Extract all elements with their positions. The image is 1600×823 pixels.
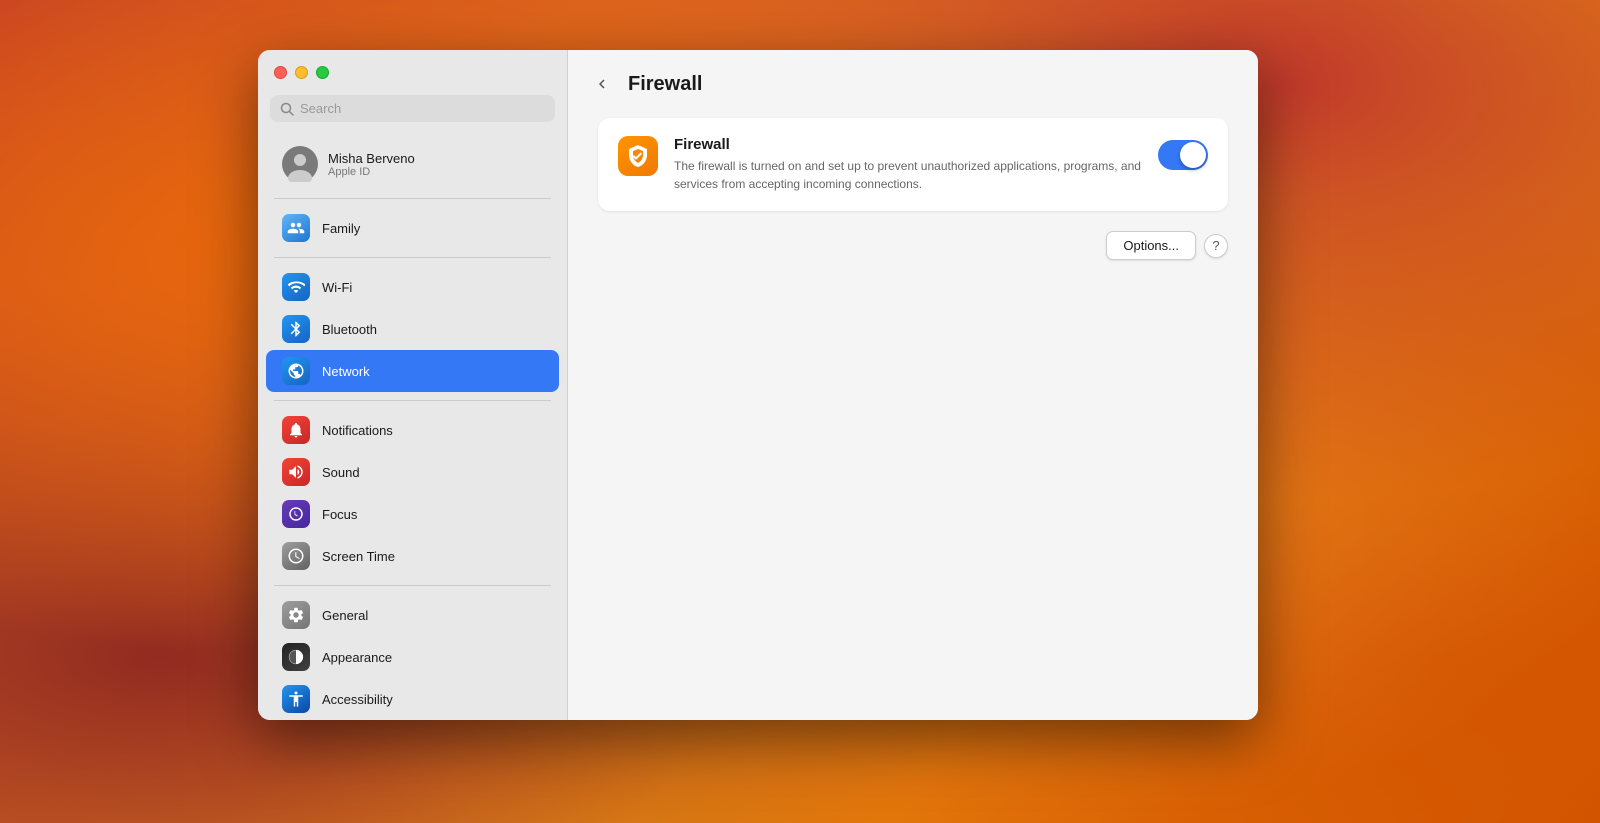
accessibility-icon (282, 685, 310, 713)
wifi-icon (282, 273, 310, 301)
sidebar-item-screentime[interactable]: Screen Time (266, 535, 559, 577)
accessibility-label: Accessibility (322, 692, 393, 707)
sound-icon (282, 458, 310, 486)
search-bar[interactable]: Search (270, 95, 555, 122)
separator-1 (274, 198, 551, 199)
sidebar-item-accessibility[interactable]: Accessibility (266, 678, 559, 720)
network-icon (282, 357, 310, 385)
appearance-label: Appearance (322, 650, 392, 665)
main-header: Firewall (568, 50, 1258, 118)
sidebar-item-bluetooth[interactable]: Bluetooth (266, 308, 559, 350)
separator-2 (274, 257, 551, 258)
family-icon (282, 214, 310, 242)
family-label: Family (322, 221, 360, 236)
firewall-icon (618, 136, 658, 176)
sidebar-item-family[interactable]: Family (266, 207, 559, 249)
sidebar-item-general[interactable]: General (266, 594, 559, 636)
general-label: General (322, 608, 368, 623)
firewall-toggle[interactable] (1158, 140, 1208, 170)
page-title: Firewall (628, 73, 702, 96)
main-content: Firewall Firewall The firewall is turned… (568, 50, 1258, 720)
sidebar-items-list: Misha Berveno Apple ID Family (258, 138, 567, 720)
minimize-button[interactable] (295, 66, 308, 79)
toggle-knob (1180, 142, 1206, 168)
general-icon (282, 601, 310, 629)
notifications-label: Notifications (322, 423, 393, 438)
user-subtitle: Apple ID (328, 166, 415, 178)
firewall-info: Firewall The firewall is turned on and s… (674, 136, 1142, 193)
screentime-icon (282, 542, 310, 570)
screentime-label: Screen Time (322, 549, 395, 564)
window-controls (258, 66, 567, 95)
user-name: Misha Berveno (328, 151, 415, 166)
sidebar-item-sound[interactable]: Sound (266, 451, 559, 493)
search-placeholder: Search (300, 101, 341, 116)
wifi-label: Wi-Fi (322, 280, 352, 295)
sidebar-item-user[interactable]: Misha Berveno Apple ID (266, 138, 559, 190)
separator-3 (274, 400, 551, 401)
sidebar-item-notifications[interactable]: Notifications (266, 409, 559, 451)
sidebar-item-wifi[interactable]: Wi-Fi (266, 266, 559, 308)
bluetooth-label: Bluetooth (322, 322, 377, 337)
sound-label: Sound (322, 465, 360, 480)
sidebar: Search Misha Berveno Apple ID (258, 50, 568, 720)
main-body: Firewall The firewall is turned on and s… (568, 118, 1258, 720)
maximize-button[interactable] (316, 66, 329, 79)
network-label: Network (322, 364, 370, 379)
options-button[interactable]: Options... (1106, 231, 1196, 260)
close-button[interactable] (274, 66, 287, 79)
focus-label: Focus (322, 507, 357, 522)
firewall-description: The firewall is turned on and set up to … (674, 157, 1142, 193)
sidebar-item-appearance[interactable]: Appearance (266, 636, 559, 678)
sidebar-item-network[interactable]: Network (266, 350, 559, 392)
search-icon (280, 102, 294, 116)
focus-icon (282, 500, 310, 528)
separator-4 (274, 585, 551, 586)
bluetooth-icon (282, 315, 310, 343)
back-button[interactable] (588, 70, 616, 98)
system-settings-window: Search Misha Berveno Apple ID (258, 50, 1258, 720)
avatar (282, 146, 318, 182)
bottom-actions: Options... ? (598, 231, 1228, 260)
sidebar-item-focus[interactable]: Focus (266, 493, 559, 535)
firewall-card: Firewall The firewall is turned on and s… (598, 118, 1228, 211)
help-button[interactable]: ? (1204, 234, 1228, 258)
user-info: Misha Berveno Apple ID (328, 151, 415, 178)
firewall-title: Firewall (674, 136, 1142, 153)
notifications-icon (282, 416, 310, 444)
appearance-icon (282, 643, 310, 671)
